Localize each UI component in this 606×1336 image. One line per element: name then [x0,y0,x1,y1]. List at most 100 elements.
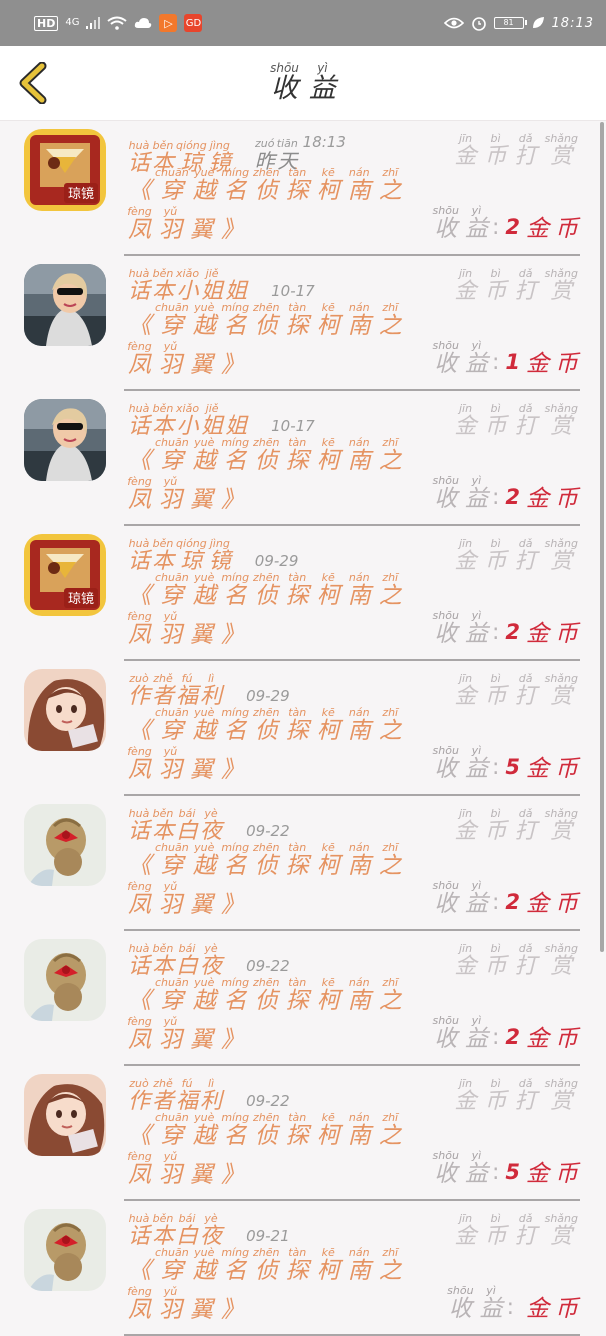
book-title[interactable]: 《 chuān 穿 yuè 越 míng 名 zhēn 侦 tàn 探 kē 柯 nán 南 zhī 之 fèng… [124,572,424,649]
list-item[interactable]: huà 话 běn 本 xiǎo 小 jiě 姐姐 10-17 《 chuān 穿 yuè 越 míng 名 z… [0,391,606,526]
currency-char: 金 [526,351,549,377]
anime-girl-avatar[interactable] [24,669,106,751]
title-char: chuān 穿 [155,1246,189,1284]
reward-char: dǎ 打 [514,132,537,169]
title-char: yuè 越 [192,841,216,879]
book-title[interactable]: 《 chuān 穿 yuè 越 míng 名 zhēn 侦 tàn 探 kē 柯 nán 南 zhī 之 fèng… [124,437,424,514]
earnings: shōu 收 yì 益:5 金币 [433,1150,578,1187]
lady-car-avatar[interactable] [24,264,106,346]
earn-label-char: shōu 收 [432,744,459,782]
reward-char: dǎ 打 [514,267,537,304]
earnings-amount: 2 [505,620,520,645]
mirror-app-avatar[interactable]: 琼镜 [24,129,106,211]
title-char: nán 南 [347,841,371,879]
list-item[interactable]: zuò 作 zhě 者 fú 福 lì 利 09-22 《 chuān 穿 yuè 越 míng 名 zhēn 侦… [0,1066,606,1201]
earnings-amount: 1 [505,350,520,375]
reward-char: dǎ 打 [514,942,537,979]
sender-name[interactable]: huà 话 běn 本 bái 白 yè 夜 [128,943,222,979]
back-button[interactable] [16,61,50,105]
sender-name[interactable]: zuò 作 zhě 者 fú 福 lì 利 [128,1078,222,1114]
name-char: huà 话 [128,537,151,574]
book-title[interactable]: 《 chuān 穿 yuè 越 míng 名 zhēn 侦 tàn 探 kē 柯 nán 南 zhī 之 fèng… [124,302,424,379]
title-char: chuān 穿 [155,976,189,1014]
title-char: 》 [221,1162,244,1189]
title-char: tàn 探 [285,706,309,744]
title-char: 》 [221,757,244,784]
alarm-icon [471,17,486,31]
lady-car-avatar[interactable] [24,399,106,481]
currency-label: 金币 [526,745,578,782]
title-char: fèng 凤 [127,475,152,514]
coin-reward-label: jīn 金 bì 币 dǎ 打 shǎng 赏 [455,538,578,574]
item-header: zuò 作 zhě 者 fú 福 lì 利 09-29 [128,673,290,709]
anime-girl-avatar[interactable] [24,1074,106,1156]
sender-name[interactable]: huà 话 běn 本 qióng 琼 jìng 镜 [128,538,231,574]
book-title[interactable]: 《 chuān 穿 yuè 越 míng 名 zhēn 侦 tàn 探 kē 柯 nán 南 zhī 之 fèng… [124,1247,424,1324]
reward-char: dǎ 打 [514,807,537,844]
name-char: xiǎo 小 [176,267,200,304]
sender-name[interactable]: huà 话 běn 本 xiǎo 小 jiě 姐姐 [128,403,247,439]
list-item[interactable]: huà 话 běn 本 bái 白 yè 夜 09-21 《 chuān 穿 yuè 越 míng 名 zhēn… [0,1201,606,1336]
sender-name[interactable]: huà 话 běn 本 xiǎo 小 jiě 姐姐 [128,268,247,304]
reward-char: shǎng 赏 [544,402,578,439]
name-char: qióng 琼 [176,537,207,574]
list-item[interactable]: 琼镜 huà 话 běn 本 qióng 琼 jìng 镜 zuó 昨 tiān 天 18:13 《 chu… [0,121,606,256]
name-char: huà 话 [128,267,151,304]
name-char: lì 利 [200,1077,223,1114]
title-char: nán 南 [347,436,371,474]
hair-bow-avatar[interactable] [24,804,106,886]
title-char: yǔ 羽 [159,610,182,649]
title-char: 《 [128,1123,151,1149]
book-title[interactable]: 《 chuān 穿 yuè 越 míng 名 zhēn 侦 tàn 探 kē 柯 nán 南 zhī 之 fèng… [124,167,424,244]
scrollbar[interactable] [600,122,604,952]
name-char: bái 白 [176,1212,199,1249]
title-char: 《 [128,583,151,609]
earnings-list: 琼镜 huà 话 běn 本 qióng 琼 jìng 镜 zuó 昨 tiān 天 18:13 《 chu… [0,121,606,1336]
title-char: yǔ 羽 [159,1285,182,1324]
currency-char: 币 [555,486,578,512]
book-title[interactable]: 《 chuān 穿 yuè 越 míng 名 zhēn 侦 tàn 探 kē 柯 nán 南 zhī 之 fèng… [124,842,424,919]
book-title[interactable]: 《 chuān 穿 yuè 越 míng 名 zhēn 侦 tàn 探 kē 柯 nán 南 zhī 之 fèng… [124,977,424,1054]
earn-label-char: shōu 收 [432,609,459,647]
reward-char: dǎ 打 [514,1212,537,1249]
sender-name[interactable]: huà 话 běn 本 bái 白 yè 夜 [128,1213,222,1249]
hair-bow-avatar[interactable] [24,939,106,1021]
title-char: yuè 越 [192,166,216,204]
earn-label-char: yì 益 [464,744,488,782]
sender-name[interactable]: zuò 作 zhě 者 fú 福 lì 利 [128,673,222,709]
reward-char: jīn 金 [454,537,477,574]
earnings-label: shōu 收 yì 益 [433,1015,488,1052]
mirror-app-avatar[interactable]: 琼镜 [24,534,106,616]
list-item[interactable]: zuò 作 zhě 者 fú 福 lì 利 09-29 《 chuān 穿 yuè 越 míng 名 zhēn 侦… [0,661,606,796]
item-date: 09-22 [246,822,290,840]
reward-char: bì 币 [484,807,507,844]
hair-bow-avatar[interactable] [24,1209,106,1291]
chevron-left-icon [19,61,47,105]
title-char: tàn 探 [285,1111,309,1149]
reward-char: bì 币 [484,942,507,979]
item-header: huà 话 běn 本 qióng 琼 jìng 镜 09-29 [128,538,298,574]
list-item[interactable]: huà 话 běn 本 xiǎo 小 jiě 姐姐 10-17 《 chuān 穿 yuè 越 míng 名 z… [0,256,606,391]
leaf-icon [532,17,544,28]
title-char: yì 益 [308,61,336,105]
item-date: 09-22 [246,1092,290,1110]
earnings: shōu 收 yì 益:1 金币 [433,340,578,377]
name-char: yè 夜 [200,1212,223,1249]
list-item[interactable]: 琼镜 huà 话 běn 本 qióng 琼 jìng 镜 09-29 《 chuān 穿 yuè 越 mín… [0,526,606,661]
title-char: 《 [128,853,151,879]
eye-icon [443,17,464,29]
title-char: kē 柯 [316,1246,340,1284]
title-char: yǔ 羽 [159,340,182,379]
reward-char: bì 币 [484,402,507,439]
list-item[interactable]: huà 话 běn 本 bái 白 yè 夜 09-22 《 chuān 穿 yuè 越 míng 名 zhēn… [0,931,606,1066]
book-title[interactable]: 《 chuān 穿 yuè 越 míng 名 zhēn 侦 tàn 探 kē 柯 nán 南 zhī 之 fèng… [124,707,424,784]
item-date: 10-17 [271,282,315,300]
list-item[interactable]: huà 话 běn 本 bái 白 yè 夜 09-22 《 chuān 穿 yuè 越 míng 名 zhēn… [0,796,606,931]
book-title[interactable]: 《 chuān 穿 yuè 越 míng 名 zhēn 侦 tàn 探 kē 柯 nán 南 zhī 之 fèng… [124,1112,424,1189]
sender-name[interactable]: huà 话 běn 本 bái 白 yè 夜 [128,808,222,844]
title-char: míng 名 [221,1246,250,1284]
reward-char: jīn 金 [454,132,477,169]
reward-char: shǎng 赏 [544,807,578,844]
name-char: huà 话 [128,942,151,979]
title-char: kē 柯 [316,436,340,474]
